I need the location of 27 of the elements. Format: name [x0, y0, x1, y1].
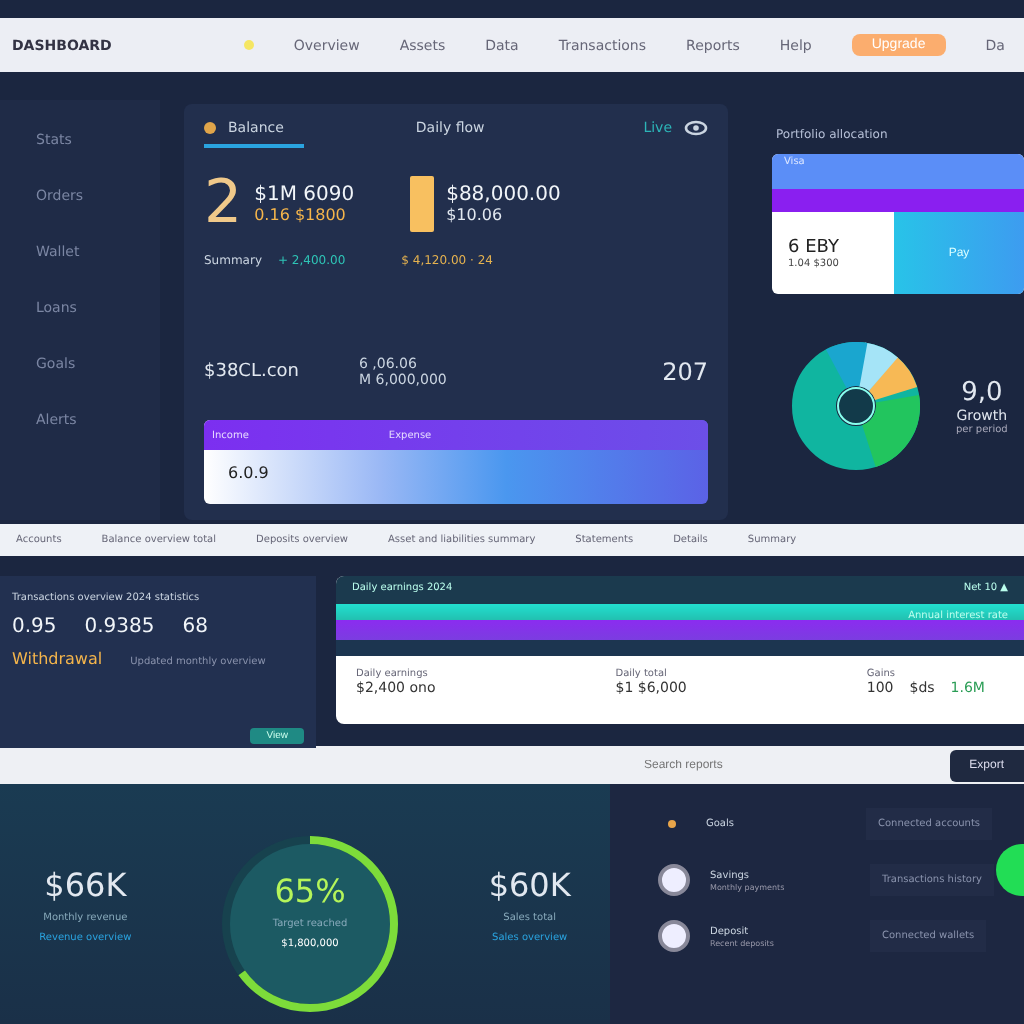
big-number: 2: [204, 168, 243, 239]
circle-icon: [668, 820, 676, 828]
stat-value: $1M 6090: [254, 183, 355, 206]
stat-value: $88,000.00: [446, 183, 561, 206]
summary-value: 0.9385: [84, 616, 155, 639]
summary-value: 0.95: [12, 616, 57, 639]
eye-icon[interactable]: [684, 120, 708, 137]
donut-chart-drawing: [792, 342, 920, 471]
stat-subvalue: $10.06: [446, 205, 505, 224]
summary-label: Withdrawal: [12, 650, 103, 669]
toggle-icon[interactable]: [996, 844, 1024, 896]
accent-line: [204, 144, 304, 149]
row-number: 207: [662, 358, 708, 387]
revenue-value: $66K: [44, 865, 127, 903]
summary-value: 68: [182, 616, 208, 639]
bar-value: 6.0.9: [226, 462, 271, 483]
gauge-value: 65%: [274, 872, 346, 910]
stat-subvalue: 0.16 $1800: [254, 205, 348, 224]
row-value: $38CL.con: [204, 362, 299, 383]
circle-icon: [658, 864, 690, 896]
status-dot-icon: [243, 40, 254, 51]
sales-value: $60K: [488, 865, 571, 903]
circle-icon: [658, 920, 690, 952]
accent-bar: [410, 175, 435, 232]
donut-value: 9,0: [961, 377, 1003, 408]
coin-icon: [204, 122, 216, 135]
card-value: 6 EBY: [788, 237, 839, 258]
